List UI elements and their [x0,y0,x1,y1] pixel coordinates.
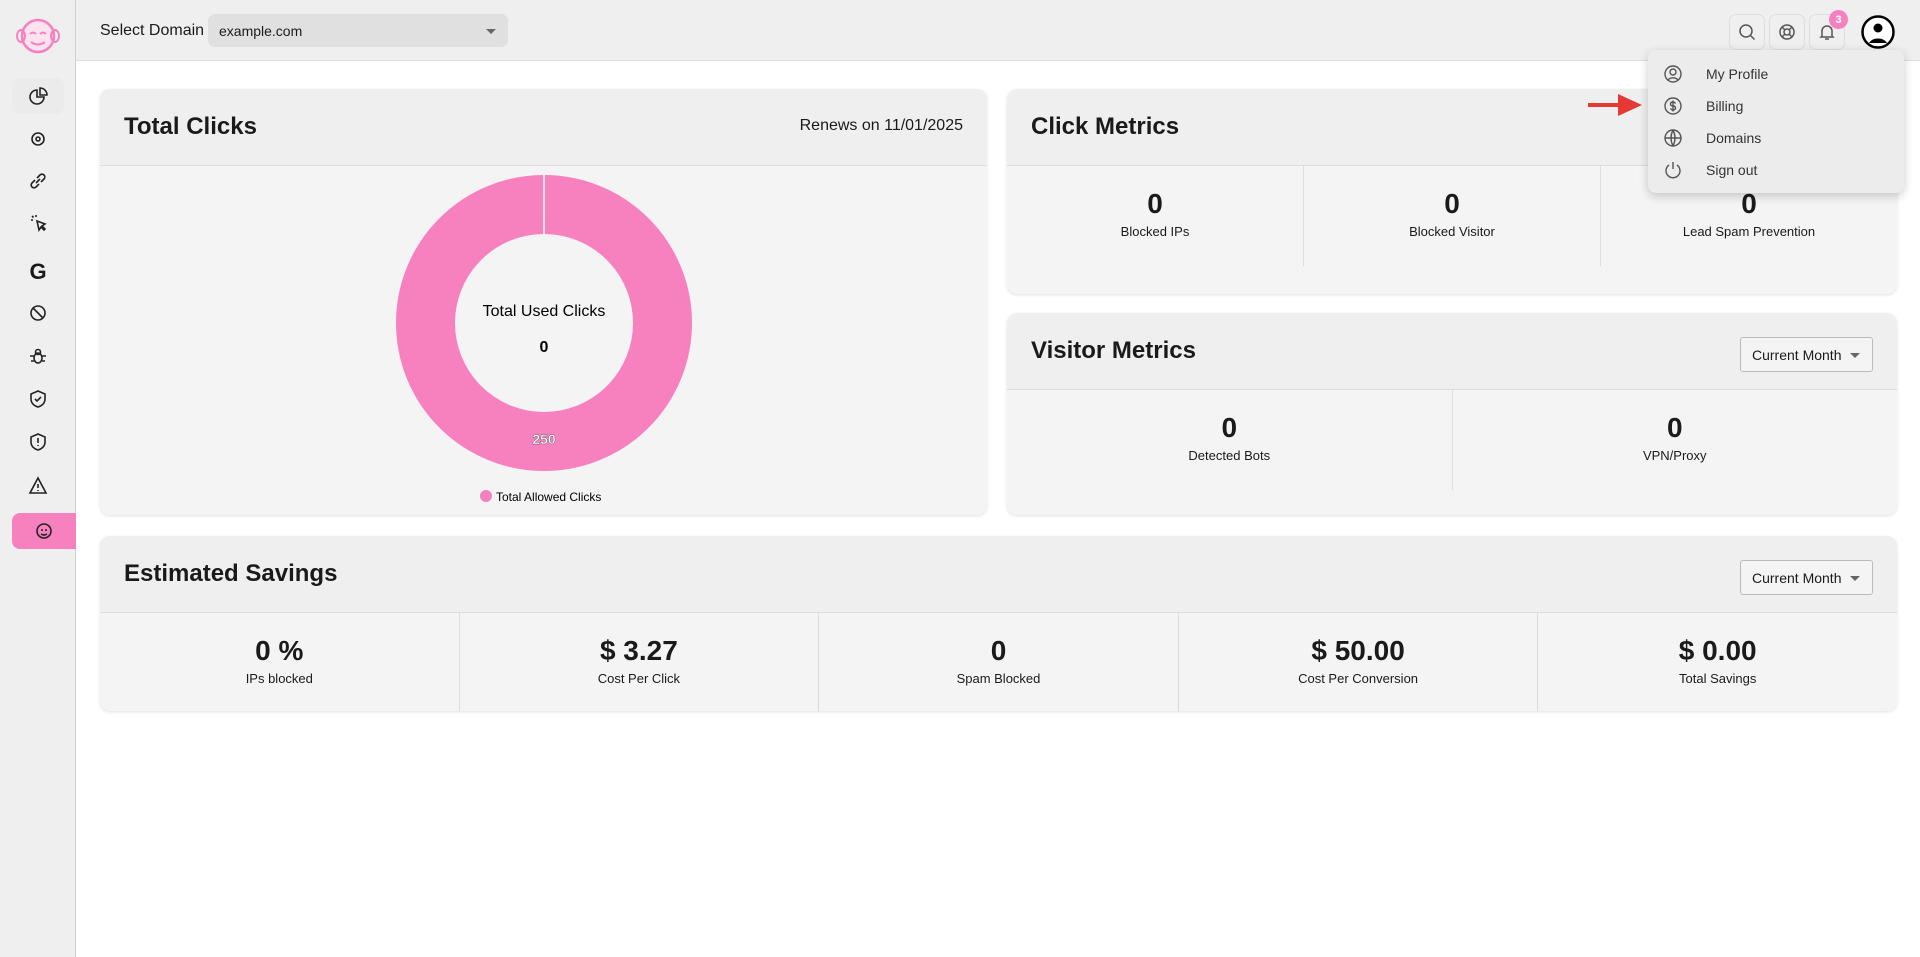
link-icon [30,173,46,189]
card-title: Estimated Savings [124,560,338,587]
chevron-down-icon [1850,576,1860,586]
metric-cost-per-conversion: $ 50.00 Cost Per Conversion [1179,613,1539,711]
metric-value: 0 [1666,412,1683,443]
legend-label[interactable]: Total Allowed Clicks [496,490,601,504]
search-icon [1739,24,1756,41]
metric-ips-blocked: 0 % IPs blocked [100,613,460,711]
top-header: Select Domain example.com 3 [76,0,1920,61]
menu-item-domains[interactable]: Domains [1648,122,1904,154]
nav-dashboard[interactable] [12,78,64,114]
nav-alerts-shield[interactable] [12,424,64,460]
total-clicks-card: Total Clicks Renews on 11/01/2025 Total U… [100,89,987,515]
notification-badge: 3 [1829,10,1848,29]
metric-value: 0 % [255,635,304,666]
nav-settings[interactable] [12,121,64,157]
search-button[interactable] [1729,14,1765,50]
donut-chart: Total Used Clicks 0 250 Total Allowed Cl… [396,175,692,504]
chart-slice-total-allowed[interactable] [396,175,692,471]
slice-data-label: 250 [532,431,556,447]
metric-label: IPs blocked [245,671,313,686]
nav-mascot[interactable] [12,513,76,549]
warning-icon [28,476,48,494]
metric-detected-bots: 0 Detected Bots [1007,390,1453,490]
center-label: Total Used Clicks [483,303,606,320]
card-title: Total Clicks [124,113,257,140]
chevron-down-icon [486,29,496,39]
user-avatar-icon[interactable] [1861,15,1895,49]
metric-value: 0 [1221,412,1238,443]
nav-bots[interactable] [12,338,64,374]
metric-blocked-ips: 0 Blocked IPs [1007,166,1304,266]
menu-item-label: Sign out [1706,162,1758,178]
metric-cost-per-click: $ 3.27 Cost Per Click [460,613,820,711]
metric-label: VPN/Proxy [1642,448,1707,463]
help-button[interactable] [1769,14,1805,50]
metric-label: Lead Spam Prevention [1682,224,1816,239]
metric-value: 0 [990,635,1007,666]
metric-spam-blocked: 0 Spam Blocked [819,613,1179,711]
metric-label: Blocked Visitor [1409,224,1495,239]
menu-item-billing[interactable]: Billing [1648,90,1904,122]
power-icon [1665,162,1681,179]
cursor-click-icon [31,215,47,233]
logo-icon[interactable] [15,16,61,56]
lifebuoy-icon [1779,24,1795,40]
legend-swatch [480,490,492,502]
user-circle-icon [1664,65,1682,83]
domain-value: example.com [219,23,303,39]
metric-label: Total Savings [1679,671,1757,686]
metric-label: Cost Per Conversion [1298,671,1419,686]
gear-icon [31,132,45,146]
bug-icon [30,348,46,364]
card-title: Click Metrics [1031,113,1180,140]
metric-label: Cost Per Click [597,671,681,686]
estimated-savings-card: Estimated Savings Current Month 0 % IPs bl… [100,536,1897,711]
user-menu: My Profile Billing Domains Sign out [1648,50,1904,193]
shield-alert-icon [30,433,46,451]
menu-item-my-profile[interactable]: My Profile [1648,58,1904,90]
ban-icon [30,305,46,321]
metric-value: 0 [1147,188,1163,219]
metric-label: Blocked IPs [1120,224,1190,239]
metric-blocked-visitor: 0 Blocked Visitor [1304,166,1601,266]
nav-warnings[interactable] [12,468,64,504]
visitor-metrics-card: Visitor Metrics Current Month 0 Detected B… [1007,313,1897,515]
menu-item-label: My Profile [1706,66,1769,82]
shield-check-icon [30,390,46,408]
metric-value: $ 50.00 [1311,635,1405,666]
nav-links[interactable] [12,163,64,199]
nav-google[interactable]: G [12,254,64,290]
metric-value: $ 0.00 [1678,635,1757,666]
metric-value: 0 [1444,188,1460,219]
globe-icon [1664,129,1682,147]
metric-vpn-proxy: 0 VPN/Proxy [1453,390,1898,490]
google-icon: G [29,259,47,284]
metric-value: $ 3.27 [599,635,678,666]
nav-blocked[interactable] [12,295,64,331]
pie-chart-icon [29,87,48,105]
center-value: 0 [540,339,549,356]
sidebar: G [0,0,76,957]
notifications-button[interactable]: 3 [1809,10,1848,50]
menu-item-label: Billing [1706,98,1744,114]
domain-select[interactable]: example.com [208,14,508,47]
period-value: Current Month [1752,347,1842,363]
period-dropdown[interactable]: Current Month [1740,560,1873,595]
select-domain-label: Select Domain [100,22,205,39]
nav-clicks[interactable] [12,205,64,241]
red-arrow-annotation-icon [1588,94,1642,116]
card-title: Visitor Metrics [1031,337,1196,364]
mascot-icon [36,523,52,539]
chevron-down-icon [1850,353,1860,363]
menu-item-label: Domains [1706,130,1762,146]
period-dropdown[interactable]: Current Month [1740,337,1873,372]
menu-item-sign-out[interactable]: Sign out [1648,154,1904,186]
renew-date: Renews on 11/01/2025 [799,117,963,134]
dollar-circle-icon [1664,97,1682,115]
metric-label: Detected Bots [1188,448,1271,463]
nav-protection[interactable] [12,381,64,417]
metric-label: Spam Blocked [956,671,1041,686]
period-value: Current Month [1752,570,1842,586]
metric-total-savings: $ 0.00 Total Savings [1538,613,1897,711]
